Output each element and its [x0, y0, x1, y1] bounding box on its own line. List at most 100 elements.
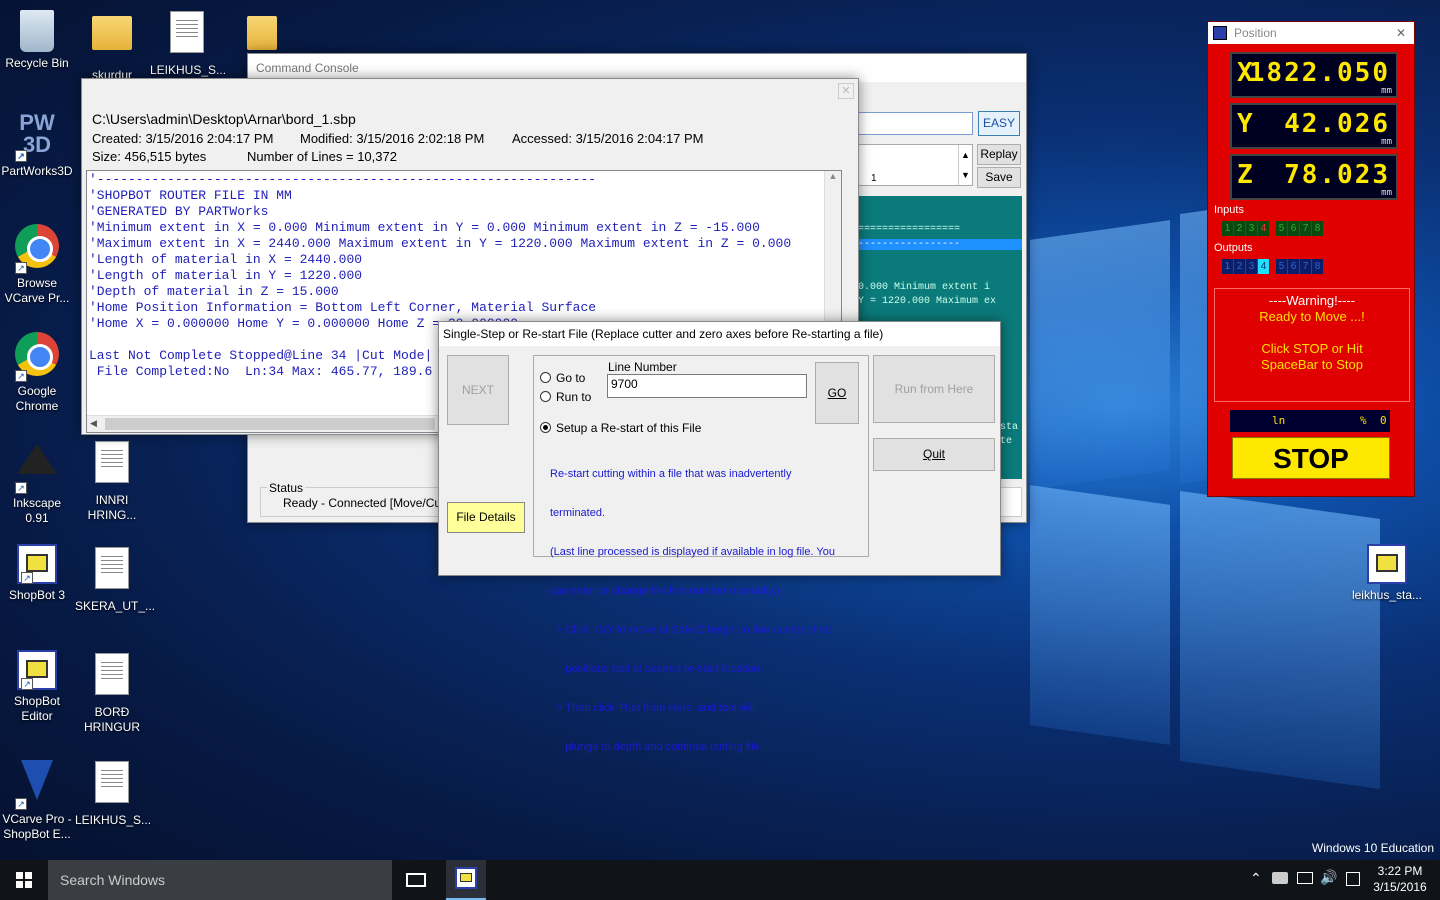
file-line: 'Depth of material in Z = 15.000 [89, 284, 339, 299]
scroll-down-icon[interactable]: ▼ [958, 165, 972, 185]
desktop-icon-shopbot-editor[interactable]: ↗ ShopBot Editor [0, 650, 74, 724]
file-size: Size: 456,515 bytes [92, 149, 207, 164]
status-text: Ready - Connected [Move/Cu [283, 496, 442, 510]
desktop-icon-inkscape[interactable]: ↗ Inkscape 0.91 [0, 438, 74, 526]
scroll-up-icon[interactable]: ▲ [958, 145, 972, 165]
wallpaper-beam [1030, 485, 1170, 745]
tray-chevron-icon[interactable]: ⌃ [1250, 870, 1262, 887]
shopbot-icon: ↗ [17, 650, 57, 690]
runto-option[interactable]: Run to [540, 390, 591, 404]
progress-ln: ln [1272, 414, 1286, 427]
y-axis-label: Y [1237, 109, 1253, 139]
run-from-here-button[interactable]: Run from Here [873, 355, 995, 423]
input-led-active: 4 [1258, 221, 1269, 236]
output-led: 7 [1300, 259, 1311, 274]
restart-dialog[interactable]: Single-Step or Re-start File (Replace cu… [438, 321, 1001, 753]
setup-restart-radio[interactable] [540, 422, 551, 433]
goto-radio[interactable] [540, 372, 551, 383]
line-number-label: Line Number [608, 360, 677, 374]
line-number-input[interactable]: 9700 [607, 374, 807, 398]
x-readout: X 1822.050 mm [1230, 52, 1398, 98]
desktop-icon-skurdur[interactable]: skurdur [75, 8, 149, 83]
task-view-icon[interactable] [406, 873, 426, 887]
file-path: C:\Users\admin\Desktop\Arnar\bord_1.sbp [92, 111, 356, 127]
help-line: terminated. [550, 507, 606, 519]
status-label: Status [267, 481, 306, 495]
console-line: ================= [858, 224, 961, 235]
line-list[interactable]: 1 ▲ ▼ [858, 144, 973, 186]
desktop-icon-shopbot3[interactable]: ↗ ShopBot 3 [0, 544, 74, 603]
position-close-icon[interactable]: ✕ [1396, 22, 1406, 44]
z-axis-unit: mm [1381, 188, 1392, 198]
desktop-icon-google-chrome[interactable]: ↗ Google Chrome [0, 330, 74, 414]
windows-edition-watermark: Windows 10 Education [1311, 841, 1434, 855]
desktop-icon-leikhus-sta[interactable]: leikhus_sta... [1350, 544, 1424, 603]
replay-button[interactable]: Replay [977, 144, 1021, 165]
clock-time: 3:22 PM [1377, 864, 1423, 878]
shopbot-icon [1367, 544, 1407, 584]
goto-option[interactable]: Go to [540, 371, 585, 385]
file-details-button[interactable]: File Details [447, 502, 525, 533]
desktop-icon-innri-hring[interactable]: INNRI HRING... [75, 438, 149, 523]
progress-value: 0 [1380, 414, 1387, 427]
position-title-bar: Position ✕ [1208, 22, 1414, 44]
next-button[interactable]: NEXT [447, 355, 509, 425]
quit-button[interactable]: Quit [873, 438, 995, 471]
desktop-icon-bord-hringur[interactable]: BORÐ HRINGUR [75, 650, 149, 735]
tray-keyboard-icon[interactable] [1346, 872, 1360, 886]
y-axis-value: 42.026 [1284, 109, 1390, 139]
go-button[interactable]: GO [815, 362, 859, 424]
command-input[interactable] [858, 112, 973, 135]
start-button[interactable] [0, 860, 48, 900]
restart-help-text: Re-start cutting within a file that was … [550, 442, 835, 780]
folder-icon [88, 16, 136, 64]
stop-button[interactable]: STOP [1232, 437, 1390, 479]
input-led: 7 [1300, 221, 1311, 236]
output-led-active: 4 [1258, 259, 1269, 274]
taskbar-shopbot-app[interactable] [446, 860, 486, 900]
tray-power-icon[interactable] [1297, 872, 1313, 884]
desktop-icon-leikhus-1[interactable]: LEIKHUS_S... [150, 8, 226, 78]
desktop-icon-partworks3d[interactable]: PW 3D ↗ PartWorks3D [0, 112, 74, 179]
scroll-thumb[interactable] [105, 418, 435, 430]
easy-button[interactable]: EASY [978, 111, 1020, 136]
desktop-icon-recycle-bin[interactable]: Recycle Bin [0, 8, 74, 71]
shortcut-arrow-icon: ↗ [15, 798, 27, 810]
scroll-left-icon[interactable]: ◀ [90, 418, 97, 429]
desktop-icon-skera-ut[interactable]: SKERA_UT_... [75, 544, 155, 614]
shortcut-arrow-icon: ↗ [21, 678, 33, 690]
help-line: can enter or change the line number manu… [550, 585, 780, 597]
desktop-icon-browse-vcarve[interactable]: ↗ Browse VCarve Pr... [0, 222, 74, 306]
document-icon [88, 761, 136, 809]
shortcut-arrow-icon: ↗ [15, 370, 27, 382]
help-line: positions tool at desired re-start locat… [550, 663, 763, 675]
scroll-up-icon[interactable]: ▲ [825, 171, 841, 181]
desktop-icon-leikhus-2[interactable]: LEIKHUS_S... [75, 758, 151, 828]
setup-restart-option[interactable]: Setup a Re-start of this File [540, 421, 701, 435]
help-line: > Click 'GO' to move at Safe-Z height to… [550, 624, 832, 636]
desktop-icon-vcarve-pro[interactable]: ↗ VCarve Pro - ShopBot E... [0, 758, 74, 842]
tray-volume-icon[interactable]: 🔊 [1320, 869, 1337, 886]
tray-network-icon[interactable] [1272, 872, 1288, 884]
runto-radio[interactable] [540, 391, 551, 402]
save-button[interactable]: Save [977, 167, 1021, 188]
help-line: plunge to depth and continue cutting fil… [550, 741, 763, 753]
clock-date: 3/15/2016 [1373, 880, 1427, 894]
input-led: 6 [1288, 221, 1299, 236]
console-line: te [1000, 436, 1013, 447]
file-line: 'SHOPBOT ROUTER FILE IN MM [89, 188, 292, 203]
y-readout: Y 42.026 mm [1230, 103, 1398, 149]
taskbar: Search Windows ⌃ 🔊 3:22 PM 3/15/2016 [0, 860, 1440, 900]
console-line: Y = 1220.000 Maximum ex [858, 296, 997, 307]
output-led: 8 [1312, 259, 1323, 274]
z-axis-label: Z [1237, 160, 1253, 190]
taskbar-search-box[interactable]: Search Windows [48, 860, 392, 900]
clock[interactable]: 3:22 PM 3/15/2016 [1368, 863, 1432, 895]
file-line: 'Minimum extent in X = 0.000 Minimum ext… [89, 220, 760, 235]
chrome-icon: ↗ [13, 332, 61, 382]
file-details-close-icon[interactable]: ✕ [838, 83, 854, 99]
inputs-label: Inputs [1214, 204, 1244, 216]
position-window[interactable]: Position ✕ X 1822.050 mm Y 42.026 mm Z 7… [1207, 21, 1415, 497]
file-created: Created: 3/15/2016 2:04:17 PM [92, 131, 274, 146]
shortcut-arrow-icon: ↗ [15, 150, 27, 162]
